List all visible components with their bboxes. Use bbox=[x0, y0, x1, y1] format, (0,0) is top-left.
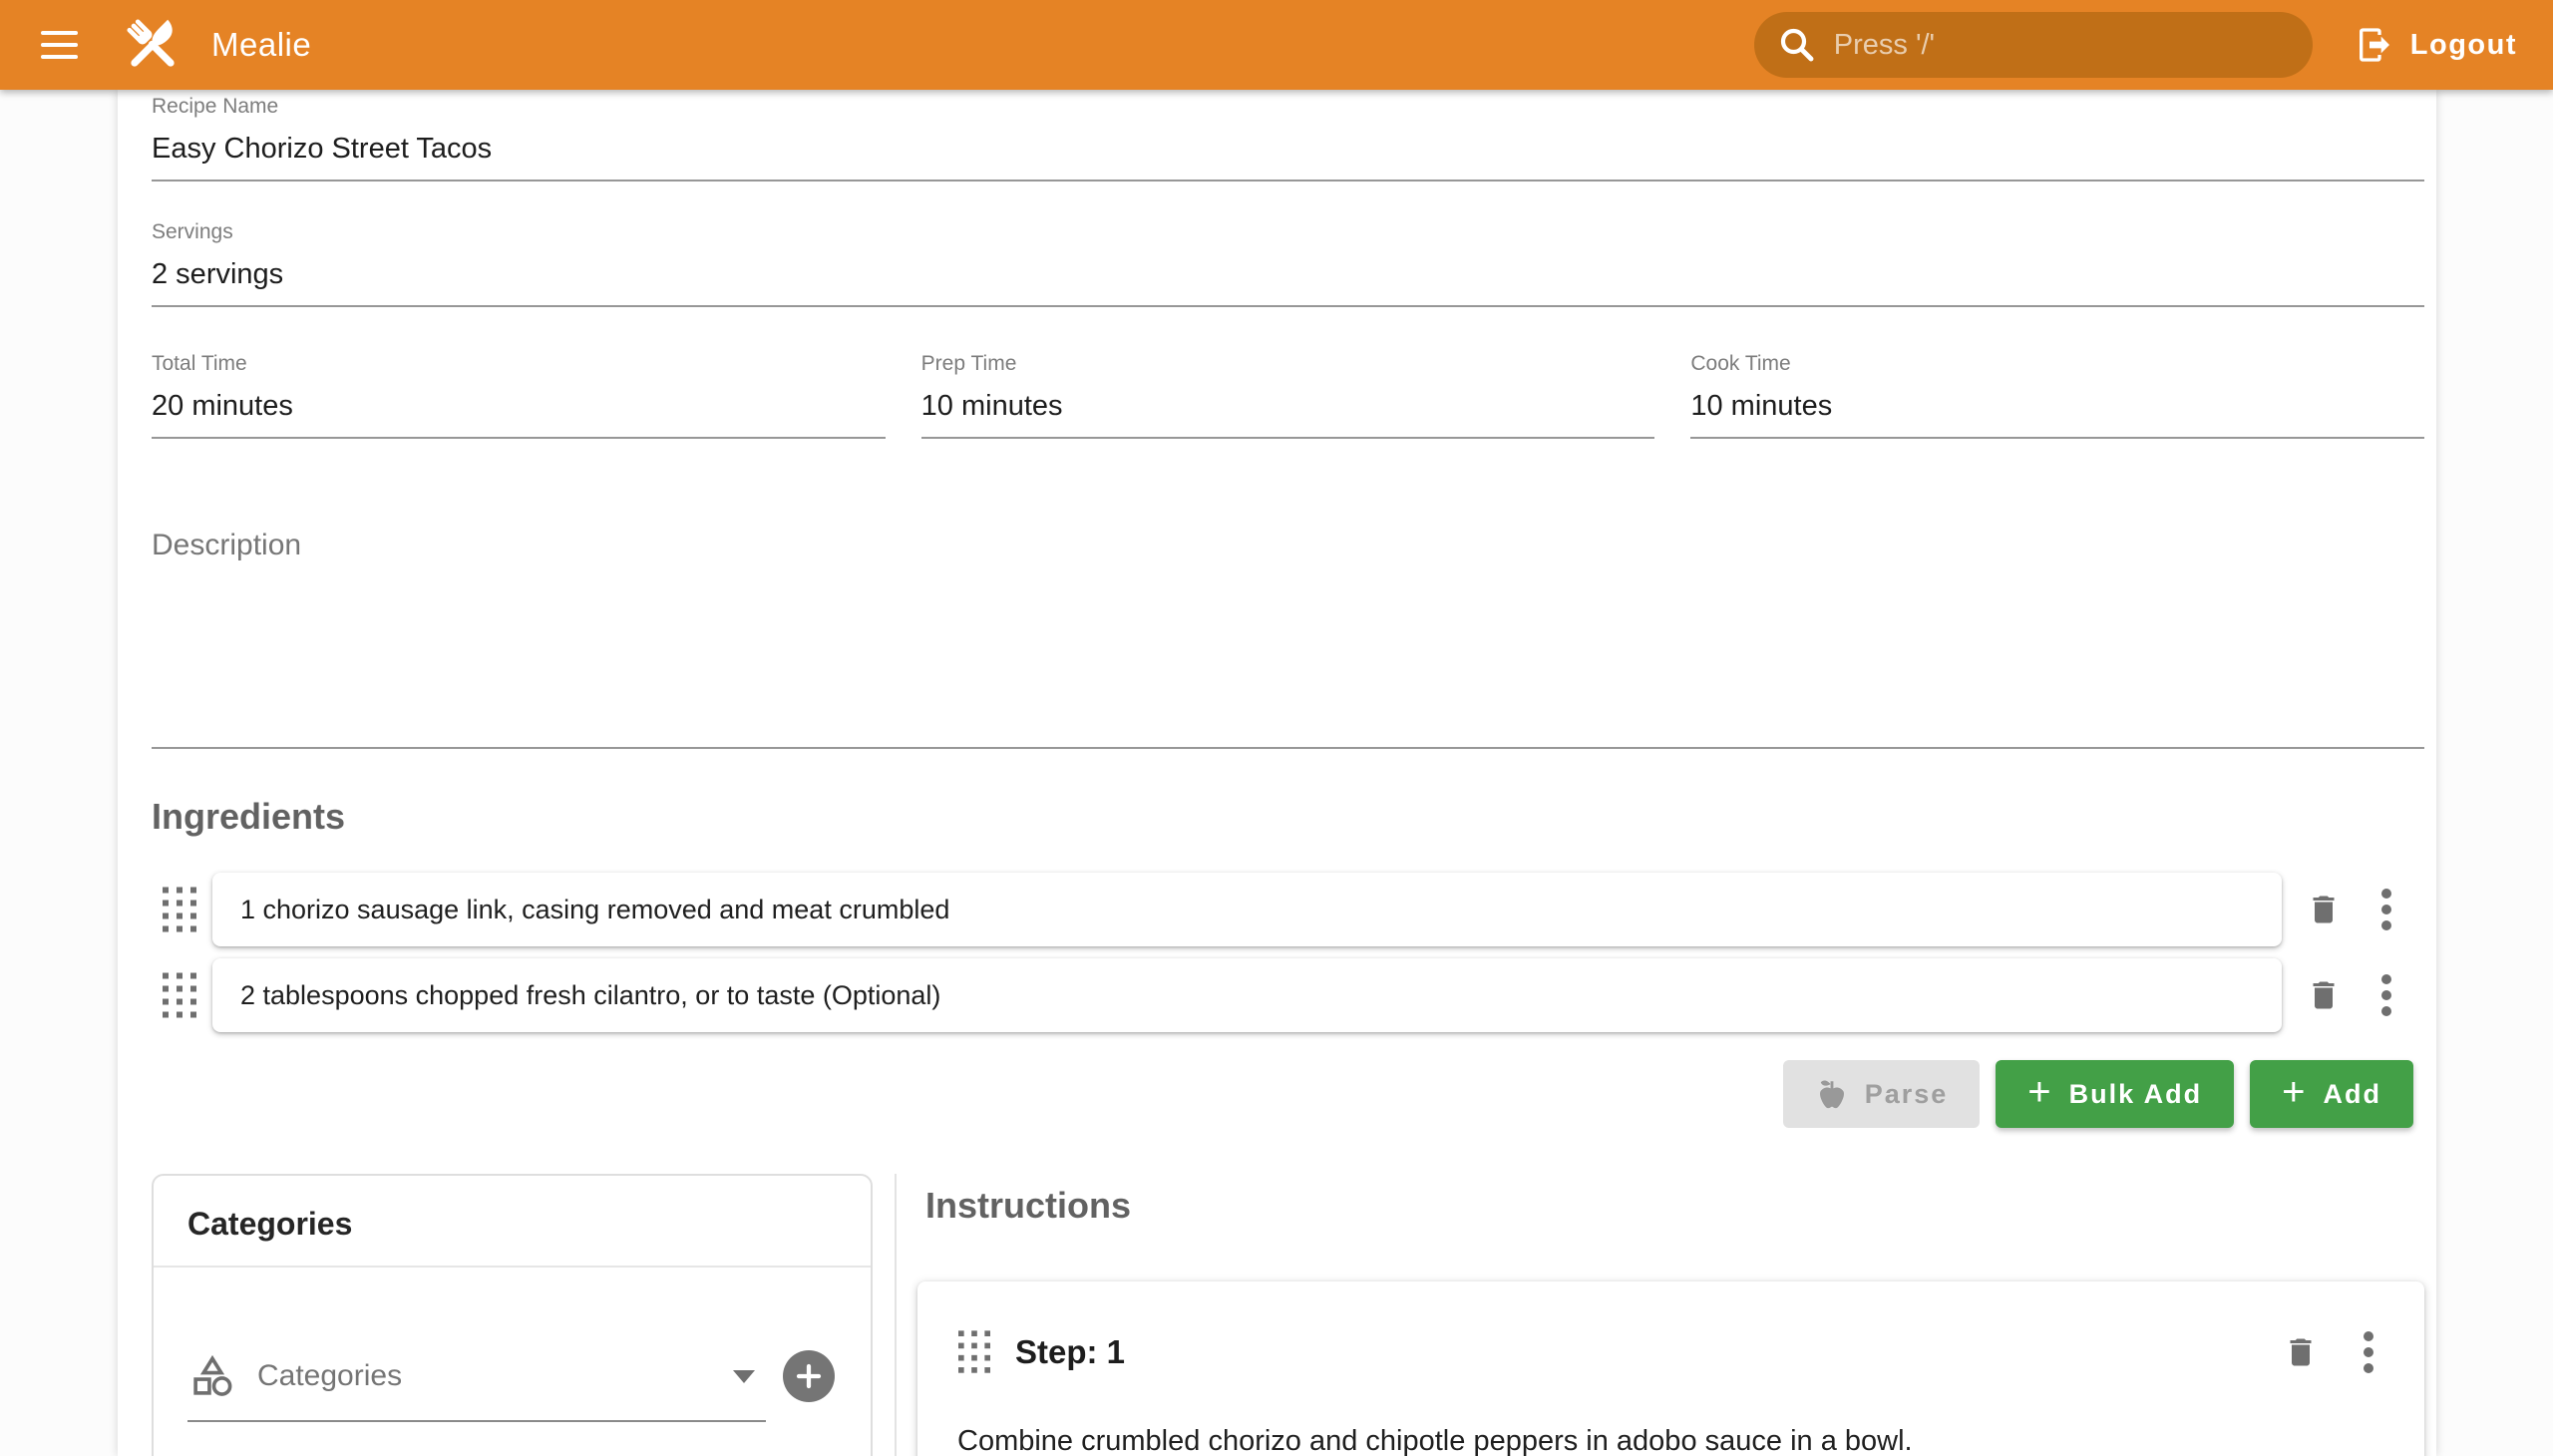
cook-time-label: Cook Time bbox=[1690, 351, 2424, 377]
instruction-step-card: Step: 1 Combine crumbled chorizo and chi… bbox=[917, 1281, 2424, 1456]
recipe-name-value[interactable]: Easy Chorizo Street Tacos bbox=[152, 130, 2424, 168]
apple-icon bbox=[1815, 1077, 1849, 1111]
ingredients-heading: Ingredients bbox=[152, 795, 2424, 839]
bulk-add-button[interactable]: + Bulk Add bbox=[1996, 1060, 2234, 1128]
recipe-name-field[interactable]: Recipe Name Easy Chorizo Street Tacos bbox=[152, 94, 2424, 182]
ingredient-row: 1 chorizo sausage link, casing removed a… bbox=[163, 873, 2424, 946]
search-icon bbox=[1776, 24, 1818, 66]
delete-ingredient-button[interactable] bbox=[2306, 892, 2342, 927]
app-header: Mealie Logout bbox=[0, 0, 2553, 90]
cook-time-field[interactable]: Cook Time 10 minutes bbox=[1690, 351, 2424, 439]
search-input[interactable] bbox=[1834, 29, 2291, 62]
total-time-value[interactable]: 20 minutes bbox=[152, 387, 886, 425]
logout-icon bbox=[2355, 25, 2394, 65]
step-text-input[interactable]: Combine crumbled chorizo and chipotle pe… bbox=[937, 1421, 2374, 1456]
description-textarea[interactable] bbox=[152, 564, 2424, 749]
hamburger-menu-button[interactable] bbox=[26, 12, 92, 78]
categories-card: Categories Categories bbox=[152, 1174, 873, 1456]
ingredient-menu-button[interactable] bbox=[2379, 973, 2393, 1017]
description-field[interactable]: Description bbox=[152, 527, 2424, 749]
step-header: Step: 1 bbox=[957, 1319, 2374, 1385]
ingredient-row: 2 tablespoons chopped fresh cilantro, or… bbox=[163, 958, 2424, 1032]
servings-value[interactable]: 2 servings bbox=[152, 255, 2424, 293]
recipe-editor-card: Recipe Name Easy Chorizo Street Tacos Se… bbox=[118, 90, 2436, 1456]
trash-icon bbox=[2306, 977, 2342, 1013]
ingredients-list: 1 chorizo sausage link, casing removed a… bbox=[152, 873, 2424, 1032]
logout-button[interactable]: Logout bbox=[2355, 25, 2517, 65]
step-title: Step: 1 bbox=[1015, 1333, 1125, 1371]
cook-time-value[interactable]: 10 minutes bbox=[1690, 387, 2424, 425]
prep-time-value[interactable]: 10 minutes bbox=[921, 387, 1655, 425]
parse-label: Parse bbox=[1865, 1079, 1949, 1110]
trash-icon bbox=[2306, 892, 2342, 927]
ingredient-text: 2 tablespoons chopped fresh cilantro, or… bbox=[240, 980, 940, 1011]
ingredient-actions-row: Parse + Bulk Add + Add bbox=[152, 1060, 2413, 1128]
drag-handle-icon[interactable] bbox=[163, 972, 196, 1019]
bulk-add-label: Bulk Add bbox=[2069, 1079, 2203, 1110]
drag-handle-icon[interactable] bbox=[163, 887, 196, 933]
kebab-icon bbox=[2380, 973, 2392, 1017]
kebab-icon bbox=[2363, 1330, 2374, 1374]
trash-icon bbox=[2283, 1334, 2319, 1370]
description-label: Description bbox=[152, 527, 2424, 564]
categories-card-title: Categories bbox=[154, 1202, 871, 1246]
plus-icon bbox=[794, 1361, 824, 1391]
total-time-label: Total Time bbox=[152, 351, 886, 377]
parse-button[interactable]: Parse bbox=[1783, 1060, 1981, 1128]
hamburger-icon bbox=[41, 31, 78, 35]
servings-field[interactable]: Servings 2 servings bbox=[152, 219, 2424, 307]
categories-column: Categories Categories bbox=[152, 1174, 873, 1456]
prep-time-label: Prep Time bbox=[921, 351, 1655, 377]
ingredient-input[interactable]: 1 chorizo sausage link, casing removed a… bbox=[212, 873, 2282, 946]
bottom-section: Categories Categories bbox=[152, 1174, 2424, 1456]
add-category-button[interactable] bbox=[783, 1350, 835, 1402]
shapes-icon bbox=[189, 1353, 235, 1399]
instructions-column: Instructions Step: 1 bbox=[895, 1174, 2424, 1456]
silverware-logo-icon bbox=[120, 12, 185, 78]
delete-step-button[interactable] bbox=[2283, 1334, 2319, 1370]
ingredient-menu-button[interactable] bbox=[2379, 888, 2393, 931]
kebab-icon bbox=[2380, 888, 2392, 931]
ingredient-input[interactable]: 2 tablespoons chopped fresh cilantro, or… bbox=[212, 958, 2282, 1032]
prep-time-field[interactable]: Prep Time 10 minutes bbox=[921, 351, 1655, 439]
drag-handle-icon[interactable] bbox=[957, 1329, 991, 1376]
categories-select[interactable]: Categories bbox=[154, 1344, 871, 1408]
recipe-name-label: Recipe Name bbox=[152, 94, 2424, 120]
ingredient-text: 1 chorizo sausage link, casing removed a… bbox=[240, 895, 949, 925]
total-time-field[interactable]: Total Time 20 minutes bbox=[152, 351, 886, 439]
app-title: Mealie bbox=[211, 26, 311, 64]
divider bbox=[154, 1266, 871, 1268]
step-menu-button[interactable] bbox=[2363, 1330, 2374, 1374]
time-fields-row: Total Time 20 minutes Prep Time 10 minut… bbox=[152, 351, 2424, 439]
servings-label: Servings bbox=[152, 219, 2424, 245]
logout-label: Logout bbox=[2410, 29, 2517, 62]
categories-select-label: Categories bbox=[257, 1359, 402, 1393]
chevron-down-icon[interactable] bbox=[733, 1370, 755, 1383]
instructions-heading: Instructions bbox=[925, 1184, 2424, 1228]
search-box[interactable] bbox=[1754, 12, 2313, 78]
delete-ingredient-button[interactable] bbox=[2306, 977, 2342, 1013]
plus-icon: + bbox=[2027, 1072, 2052, 1112]
add-label: Add bbox=[2324, 1079, 2381, 1110]
plus-icon: + bbox=[2282, 1072, 2307, 1112]
add-ingredient-button[interactable]: + Add bbox=[2250, 1060, 2413, 1128]
select-underline bbox=[187, 1420, 766, 1422]
